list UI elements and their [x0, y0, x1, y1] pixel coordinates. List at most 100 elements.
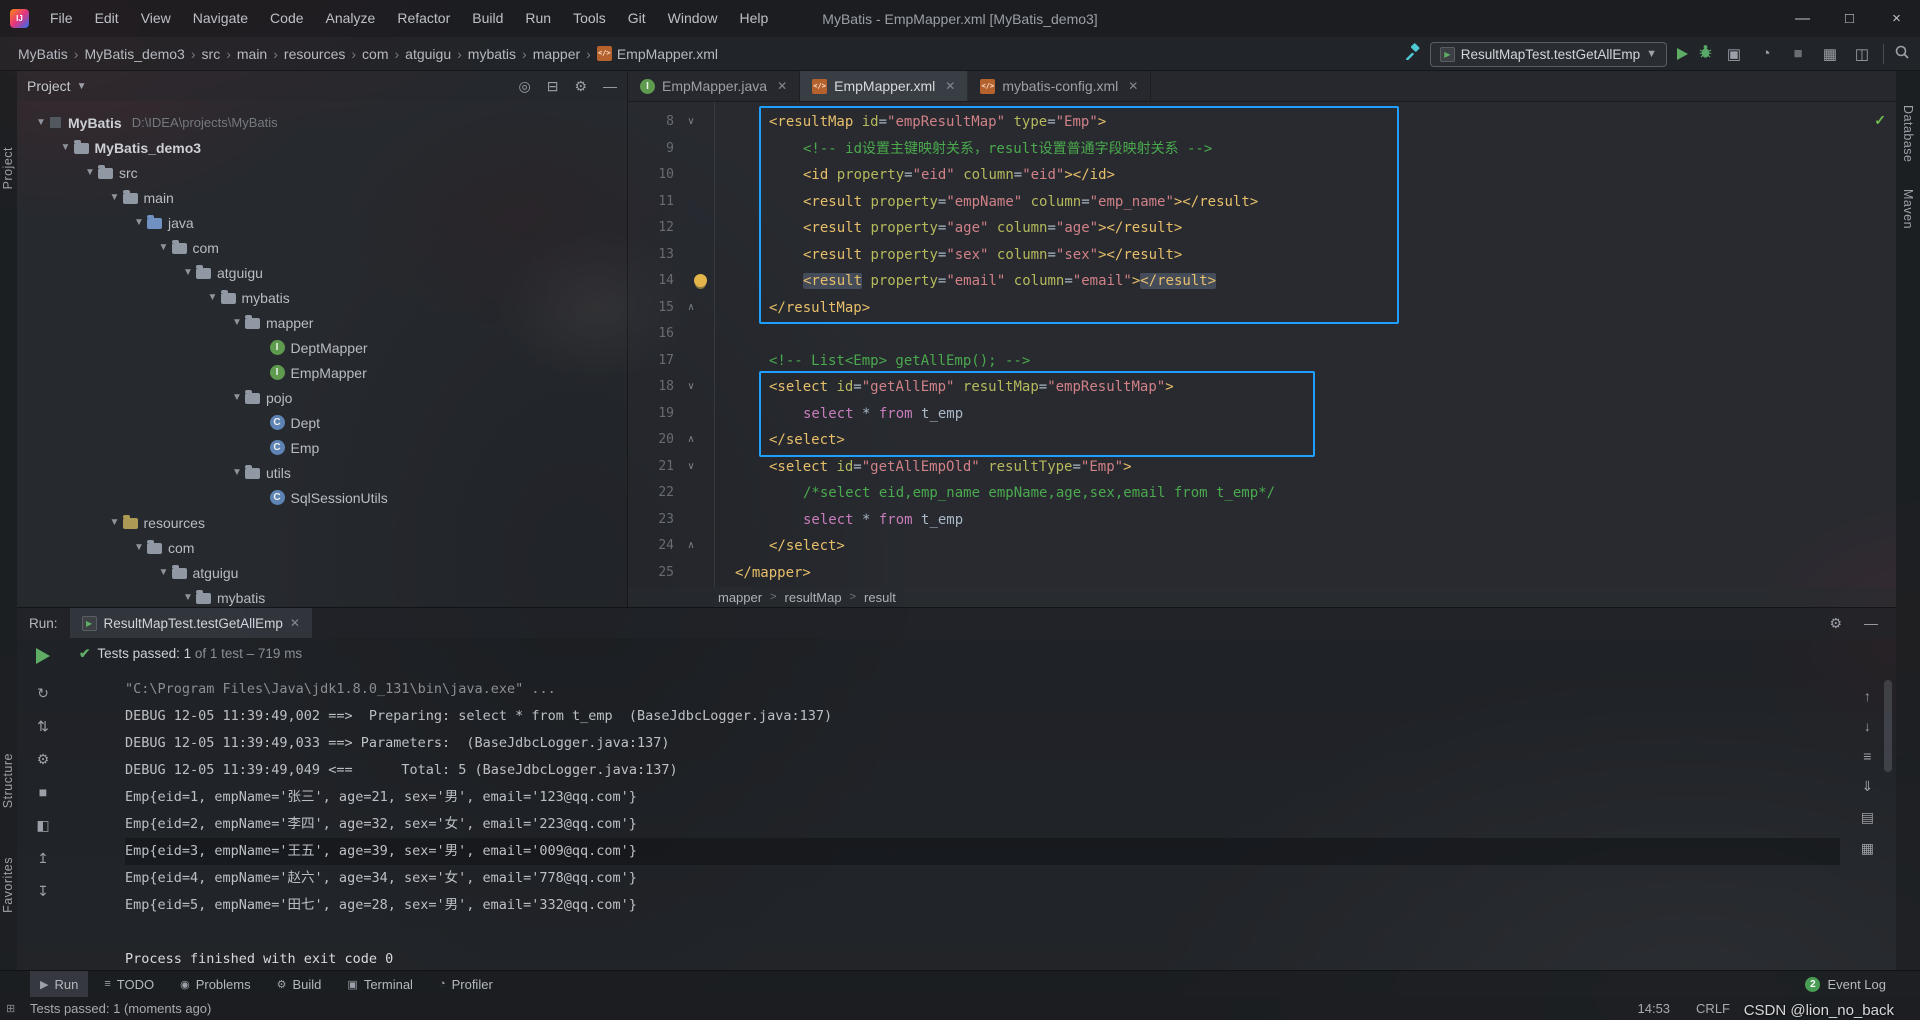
- scroll-to-end-icon[interactable]: ⇓: [1861, 778, 1874, 795]
- fold-marker-icon[interactable]: ∧: [674, 427, 708, 454]
- tree-row-src[interactable]: ▼src: [17, 160, 627, 185]
- settings-icon[interactable]: ⚙: [1829, 615, 1842, 632]
- tree-row-empmapper[interactable]: IEmpMapper: [17, 360, 627, 385]
- chevron-expanded-icon[interactable]: ▼: [180, 592, 196, 603]
- hide-icon[interactable]: —: [1864, 615, 1878, 632]
- chevron-expanded-icon[interactable]: ▼: [229, 392, 245, 403]
- toolwindow-switcher-icon[interactable]: ⊞: [6, 1002, 22, 1016]
- console-output[interactable]: "C:\Program Files\Java\jdk1.8.0_131\bin\…: [69, 670, 1840, 970]
- tree-row-atguigu[interactable]: ▼atguigu: [17, 260, 627, 285]
- project-view-selector[interactable]: Project: [27, 78, 71, 94]
- close-icon[interactable]: ✕: [290, 616, 300, 630]
- test-settings-icon[interactable]: ⚙: [37, 744, 50, 777]
- tree-row-com[interactable]: ▼com: [17, 535, 627, 560]
- code-line-20[interactable]: </select>: [715, 427, 1896, 454]
- tree-row-mapper[interactable]: ▼mapper: [17, 310, 627, 335]
- code-line-18[interactable]: <select id="getAllEmp" resultMap="empRes…: [715, 374, 1896, 401]
- chevron-expanded-icon[interactable]: ▼: [82, 167, 98, 178]
- close-icon[interactable]: ✕: [777, 79, 787, 93]
- previous-icon[interactable]: ↥: [37, 843, 49, 876]
- toolwindow-structure-button[interactable]: Structure: [1, 753, 15, 808]
- tree-row-mybatis[interactable]: ▼mybatis: [17, 585, 627, 607]
- breadcrumb-item[interactable]: mybatis: [464, 46, 520, 62]
- toolwindow-project-button[interactable]: Project: [1, 147, 15, 189]
- rerun-button[interactable]: [36, 648, 50, 664]
- chevron-expanded-icon[interactable]: ▼: [156, 242, 172, 253]
- breadcrumb-item[interactable]: </>EmpMapper.xml: [593, 46, 722, 62]
- code-line-25[interactable]: </mapper>: [715, 560, 1896, 587]
- code-editor[interactable]: 8∨9101112131415∧161718∨1920∧21∨222324∧25…: [628, 102, 1896, 587]
- code-line-15[interactable]: </resultMap>: [715, 295, 1896, 322]
- toolwindow-terminal-button[interactable]: ▣Terminal: [337, 971, 423, 998]
- tree-row-java[interactable]: ▼java: [17, 210, 627, 235]
- run-configuration-select[interactable]: ▶ ResultMapTest.testGetAllEmp ▼: [1430, 42, 1667, 67]
- tree-row-main[interactable]: ▼main: [17, 185, 627, 210]
- editor-tab-mybatis-config.xml[interactable]: </>mybatis-config.xml✕: [968, 71, 1151, 101]
- chevron-expanded-icon[interactable]: ▼: [229, 317, 245, 328]
- fold-marker-icon[interactable]: ∧: [674, 295, 708, 322]
- toolwindow-build-button[interactable]: ⚙Build: [267, 971, 332, 998]
- tree-row-atguigu[interactable]: ▼atguigu: [17, 560, 627, 585]
- build-hammer-icon[interactable]: [1403, 43, 1420, 65]
- code-line-14[interactable]: <result property="email" column="email">…: [715, 268, 1896, 295]
- minimize-button[interactable]: —: [1779, 0, 1826, 37]
- tree-row-mybatis[interactable]: ▼mybatis: [17, 285, 627, 310]
- print-icon[interactable]: ▤: [1861, 809, 1874, 826]
- tree-row-emp[interactable]: CEmp: [17, 435, 627, 460]
- scroll-down-icon[interactable]: ↓: [1861, 718, 1874, 734]
- chevron-expanded-icon[interactable]: ▼: [229, 467, 245, 478]
- toolwindow-database-button[interactable]: Database: [1901, 105, 1915, 163]
- code-line-16[interactable]: [715, 321, 1896, 348]
- editor-breadcrumb-item[interactable]: result: [864, 590, 896, 605]
- chevron-expanded-icon[interactable]: ▼: [33, 117, 49, 128]
- pin-icon[interactable]: ◧: [36, 810, 49, 843]
- breadcrumb-item[interactable]: MyBatis: [14, 46, 72, 62]
- code-line-13[interactable]: <result property="sex" column="sex"></re…: [715, 242, 1896, 269]
- breadcrumb-item[interactable]: src: [198, 46, 225, 62]
- code-line-11[interactable]: <result property="empName" column="emp_n…: [715, 189, 1896, 216]
- code-line-8[interactable]: <resultMap id="empResultMap" type="Emp">: [715, 109, 1896, 136]
- stop-icon[interactable]: ■: [1787, 45, 1809, 63]
- coverage-icon[interactable]: ▣: [1723, 45, 1745, 63]
- chevron-expanded-icon[interactable]: ▼: [107, 517, 123, 528]
- run-tab[interactable]: ▶ ResultMapTest.testGetAllEmp ✕: [70, 608, 312, 638]
- chevron-expanded-icon[interactable]: ▼: [156, 567, 172, 578]
- settings-icon[interactable]: ⚙: [574, 78, 587, 95]
- search-everywhere-icon[interactable]: [1894, 44, 1910, 65]
- chevron-expanded-icon[interactable]: ▼: [131, 217, 147, 228]
- tree-row-pojo[interactable]: ▼pojo: [17, 385, 627, 410]
- hide-icon[interactable]: —: [603, 78, 617, 95]
- tree-row-dept[interactable]: CDept: [17, 410, 627, 435]
- chevron-expanded-icon[interactable]: ▼: [205, 292, 221, 303]
- breadcrumb-item[interactable]: mapper: [529, 46, 584, 62]
- line-separator-indicator[interactable]: CRLF: [1696, 1001, 1730, 1016]
- scroll-up-icon[interactable]: ↑: [1861, 688, 1874, 704]
- code-line-12[interactable]: <result property="age" column="age"></re…: [715, 215, 1896, 242]
- layout-icon[interactable]: ◫: [1851, 45, 1873, 63]
- code-line-21[interactable]: <select id="getAllEmpOld" resultType="Em…: [715, 454, 1896, 481]
- toolwindow-maven-button[interactable]: Maven: [1901, 189, 1915, 229]
- fold-marker-icon[interactable]: ∨: [674, 374, 708, 401]
- code-line-22[interactable]: /*select eid,emp_name empName,age,sex,em…: [715, 480, 1896, 507]
- inspection-ok-icon[interactable]: ✓: [1874, 112, 1886, 129]
- tree-row-mybatis[interactable]: ▼MyBatisD:\IDEA\projects\MyBatis: [17, 110, 627, 135]
- editor-breadcrumb-item[interactable]: mapper: [718, 590, 762, 605]
- chevron-expanded-icon[interactable]: ▼: [107, 192, 123, 203]
- tree-row-deptmapper[interactable]: IDeptMapper: [17, 335, 627, 360]
- fold-marker-icon[interactable]: ∧: [674, 533, 708, 560]
- event-log-button[interactable]: 2 Event Log: [1805, 977, 1886, 992]
- breadcrumb-item[interactable]: com: [358, 46, 392, 62]
- tree-row-utils[interactable]: ▼utils: [17, 460, 627, 485]
- rerun-icon[interactable]: ↻: [37, 678, 49, 711]
- tree-row-sqlsessionutils[interactable]: CSqlSessionUtils: [17, 485, 627, 510]
- tree-row-resources[interactable]: ▼resources: [17, 510, 627, 535]
- tree-row-com[interactable]: ▼com: [17, 235, 627, 260]
- collapse-all-icon[interactable]: ⊟: [547, 78, 559, 95]
- breadcrumb-item[interactable]: MyBatis_demo3: [80, 46, 188, 62]
- fold-marker-icon[interactable]: ∨: [674, 109, 708, 136]
- breadcrumb-item[interactable]: main: [233, 46, 271, 62]
- tree-row-mybatis_demo3[interactable]: ▼MyBatis_demo3: [17, 135, 627, 160]
- chevron-expanded-icon[interactable]: ▼: [180, 267, 196, 278]
- maximize-button[interactable]: □: [1826, 0, 1873, 37]
- close-icon[interactable]: ✕: [945, 79, 955, 93]
